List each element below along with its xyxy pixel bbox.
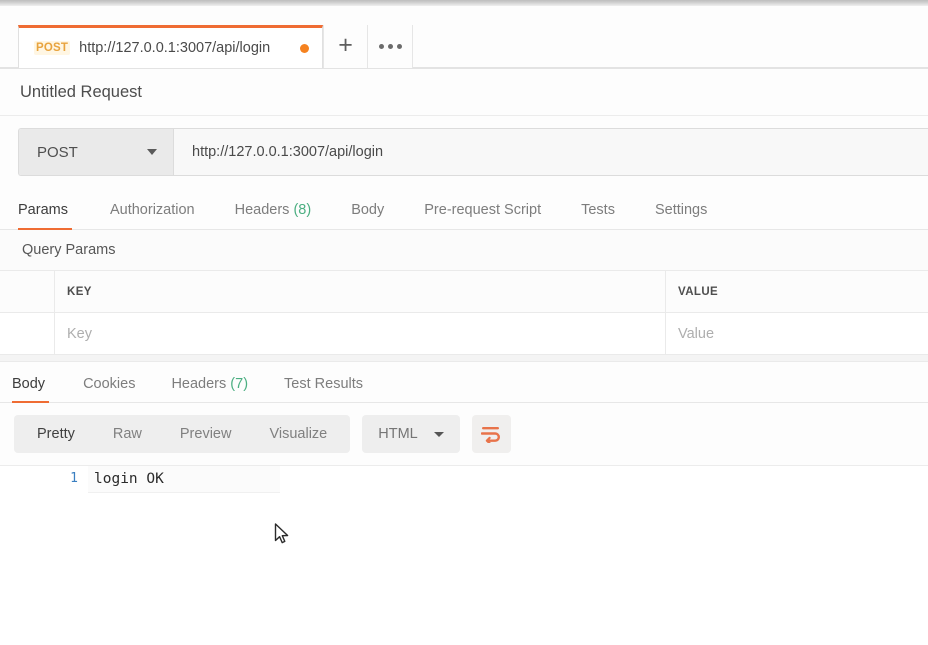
tab-headers-label: Headers [234, 202, 290, 218]
tab-params[interactable]: Params [18, 202, 90, 230]
tab-body[interactable]: Body [331, 202, 404, 229]
param-value-placeholder: Value [678, 325, 715, 342]
column-header-key: KEY [67, 285, 92, 298]
param-key-placeholder: Key [67, 325, 92, 342]
param-key-input[interactable]: Key [55, 313, 666, 354]
request-tab-method-label: POST [34, 41, 71, 55]
chevron-down-icon [433, 431, 444, 437]
header-cell-key: KEY [55, 271, 666, 312]
response-section-tabs: Body Cookies Headers (7) Test Results [0, 362, 928, 403]
tab-settings[interactable]: Settings [635, 202, 727, 229]
tab-settings-label: Settings [654, 202, 708, 218]
tab-pre-request-script[interactable]: Pre-request Script [404, 202, 561, 229]
tab-body-label: Body [351, 202, 385, 218]
column-header-value: VALUE [678, 285, 719, 298]
line-number: 1 [70, 471, 78, 486]
response-body-text: login OK [88, 466, 280, 493]
tabbar-top-gap [0, 6, 928, 25]
response-format-label: HTML [378, 426, 418, 442]
url-bar-row: POST http://127.0.0.1:3007/api/login [0, 116, 928, 188]
response-body-viewer[interactable]: 1 login OK [0, 465, 928, 566]
row-checkbox-cell[interactable] [0, 313, 55, 354]
query-params-title: Query Params [22, 242, 116, 258]
tab-tests[interactable]: Tests [561, 202, 635, 229]
query-params-header: Query Params [0, 230, 928, 270]
http-method-select[interactable]: POST [19, 129, 174, 175]
request-tab-bar: POST http://127.0.0.1:3007/api/login + [0, 25, 928, 69]
table-header-row: KEY VALUE [0, 270, 928, 312]
tab-authorization[interactable]: Authorization [90, 202, 215, 229]
view-mode-pretty[interactable]: Pretty [18, 415, 94, 453]
tabbar-filler [413, 25, 928, 68]
unsaved-changes-dot-icon [300, 43, 309, 53]
url-bar: POST http://127.0.0.1:3007/api/login [18, 128, 928, 176]
tab-headers[interactable]: Headers (8) [215, 202, 332, 229]
response-tab-body[interactable]: Body [12, 376, 65, 403]
response-body-toolbar: Pretty Raw Preview Visualize HTML [0, 403, 928, 465]
request-tab-login[interactable]: POST http://127.0.0.1:3007/api/login [18, 25, 323, 68]
response-tab-headers-count: (7) [230, 376, 249, 392]
response-tab-test-results[interactable]: Test Results [266, 376, 381, 402]
response-tab-cookies[interactable]: Cookies [65, 376, 153, 402]
plus-icon: + [338, 30, 353, 59]
view-mode-raw[interactable]: Raw [94, 415, 161, 453]
header-cell-value: VALUE [666, 271, 928, 312]
word-wrap-icon [480, 427, 500, 443]
response-format-select[interactable]: HTML [362, 415, 460, 453]
table-row: Key Value [0, 312, 928, 354]
http-method-label: POST [37, 143, 78, 161]
response-tab-body-label: Body [12, 376, 46, 392]
new-tab-button[interactable]: + [323, 25, 368, 68]
request-title-bar: Untitled Request [0, 69, 928, 116]
word-wrap-toggle-button[interactable] [471, 415, 511, 453]
tab-pre-request-script-label: Pre-request Script [424, 202, 542, 218]
response-tab-test-results-label: Test Results [284, 376, 364, 392]
tab-tests-label: Tests [581, 202, 615, 218]
request-section-tabs: Params Authorization Headers (8) Body Pr… [0, 188, 928, 230]
request-title[interactable]: Untitled Request [20, 83, 142, 102]
chevron-down-icon [147, 149, 157, 155]
tabbar-left-spacer [0, 25, 18, 68]
code-line: 1 login OK [0, 466, 928, 493]
header-cell-checkbox [0, 271, 55, 312]
tab-params-label: Params [18, 202, 68, 218]
tab-authorization-label: Authorization [109, 202, 195, 218]
view-mode-visualize[interactable]: Visualize [250, 415, 346, 453]
response-tab-headers-label: Headers [171, 376, 227, 392]
view-mode-preview[interactable]: Preview [161, 415, 251, 453]
param-value-input[interactable]: Value [666, 313, 928, 354]
response-pane-divider[interactable] [0, 354, 928, 362]
request-tab-url-label: http://127.0.0.1:3007/api/login [79, 40, 271, 56]
tab-headers-count: (8) [293, 202, 312, 218]
ellipsis-icon [378, 44, 402, 49]
response-tab-cookies-label: Cookies [83, 376, 136, 392]
response-tab-headers[interactable]: Headers (7) [153, 376, 266, 402]
tab-options-button[interactable] [368, 25, 413, 68]
query-params-table: KEY VALUE Key Value [0, 270, 928, 354]
response-view-mode-group: Pretty Raw Preview Visualize [14, 415, 351, 453]
url-input[interactable]: http://127.0.0.1:3007/api/login [174, 129, 928, 175]
